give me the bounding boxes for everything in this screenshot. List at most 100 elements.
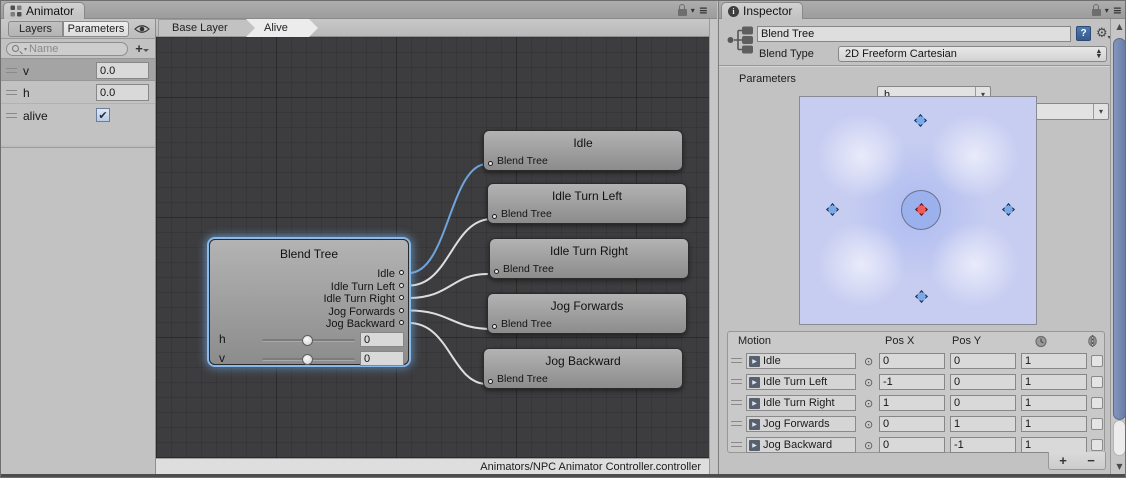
animator-tab[interactable]: Animator [3,2,85,19]
mirror-checkbox[interactable] [1091,418,1103,430]
scrollbar-track[interactable] [1113,420,1126,456]
tab-layers[interactable]: Layers [8,21,63,37]
pos-x-field[interactable]: 1 [879,395,945,411]
pos-y-field[interactable]: 0 [950,395,1016,411]
drag-handle-icon[interactable] [731,442,742,447]
parameter-value-field[interactable]: 0.0 [96,62,149,79]
motion-object-field[interactable]: ▶ Jog Backward [746,437,856,453]
scroll-down-icon[interactable]: ▼ [1111,462,1126,471]
blend-tree-node[interactable]: Blend Tree Idle Idle Turn Left Idle Turn… [209,239,409,365]
slider-value-field[interactable]: 0 [360,332,404,347]
lock-icon[interactable] [678,9,687,16]
blend-point-jog-forwards[interactable] [914,114,927,127]
speed-field[interactable]: 1 [1021,353,1087,369]
graph-canvas[interactable]: Blend Tree Idle Idle Turn Left Idle Turn… [156,37,709,458]
scroll-up-icon[interactable]: ▲ [1111,22,1126,31]
speed-field[interactable]: 1 [1021,374,1087,390]
chevron-down-icon[interactable]: ▾ [691,6,695,15]
drag-handle-icon[interactable] [6,90,17,95]
drag-handle-icon[interactable] [731,400,742,405]
chevron-down-icon[interactable]: ▾ [1105,6,1109,15]
drag-handle-icon[interactable] [731,421,742,426]
breadcrumb-base-layer[interactable]: Base Layer [158,19,262,37]
slider-knob[interactable] [302,335,313,346]
object-picker-icon[interactable]: ⊙ [864,355,873,368]
blend-point-idle-turn-left[interactable] [826,203,839,216]
pos-x-field[interactable]: 0 [879,416,945,432]
motion-object-field[interactable]: ▶ Idle [746,353,856,369]
speed-field[interactable]: 1 [1021,416,1087,432]
add-parameter-button[interactable]: + [133,41,151,56]
pos-x-field[interactable]: 0 [879,353,945,369]
wire-idle-turn-left[interactable] [409,219,492,286]
slider-knob[interactable] [302,354,313,365]
object-picker-icon[interactable]: ⊙ [864,376,873,389]
motion-object-field[interactable]: ▶ Idle Turn Left [746,374,856,390]
pos-x-field[interactable]: -1 [879,374,945,390]
drag-handle-icon[interactable] [6,113,17,118]
pos-y-field[interactable]: 0 [950,374,1016,390]
lock-icon[interactable] [1092,9,1101,16]
mirror-checkbox[interactable] [1091,355,1103,367]
speed-field[interactable]: 1 [1021,395,1087,411]
output-port-icon[interactable] [399,283,404,288]
object-picker-icon[interactable]: ⊙ [864,418,873,431]
object-picker-icon[interactable]: ⊙ [864,439,873,452]
motion-node-jog-backward[interactable]: Jog Backward Blend Tree [483,348,683,389]
motion-object-field[interactable]: ▶ Jog Forwards [746,416,856,432]
window-menu-icon[interactable]: ≡ [699,4,707,17]
output-port-icon[interactable] [399,320,404,325]
parameter-row-v[interactable]: v 0.0 [1,58,155,81]
blend-space-diagram[interactable] [799,96,1037,325]
parameter-value-field[interactable]: 0.0 [96,84,149,101]
object-picker-icon[interactable]: ⊙ [864,397,873,410]
input-port-icon[interactable] [488,161,493,166]
help-icon[interactable]: ? [1076,26,1091,41]
output-port-icon[interactable] [399,270,404,275]
inspector-scrollbar[interactable]: ▲ ▼ [1110,19,1126,474]
mirror-checkbox[interactable] [1091,376,1103,388]
search-filter-caret-icon[interactable]: ▾ [24,46,27,53]
add-motion-button[interactable]: + [1059,453,1067,468]
input-port-icon[interactable] [492,214,497,219]
motion-node-idle[interactable]: Idle Blend Tree [483,130,683,171]
drag-handle-icon[interactable] [731,379,742,384]
pos-y-field[interactable]: -1 [950,437,1016,453]
pos-y-field[interactable]: 1 [950,416,1016,432]
output-port-icon[interactable] [399,295,404,300]
parameter-row-alive[interactable]: alive ✔ [1,104,155,127]
drag-handle-icon[interactable] [731,358,742,363]
tab-parameters[interactable]: Parameters [63,21,129,37]
motion-node-jog-forwards[interactable]: Jog Forwards Blend Tree [487,293,687,334]
eye-icon[interactable] [132,22,152,36]
mirror-checkbox[interactable] [1091,439,1103,451]
inspector-tab[interactable]: i Inspector [721,2,803,19]
output-port-icon[interactable] [399,308,404,313]
remove-motion-button[interactable]: − [1087,453,1095,468]
window-menu-icon[interactable]: ≡ [1113,4,1121,17]
search-input[interactable]: ▾ Name [6,42,128,56]
input-port-icon[interactable] [492,324,497,329]
blend-tree-name-input[interactable]: Blend Tree [757,26,1071,42]
graph-vertical-scrollbar[interactable] [709,19,717,474]
pos-x-field[interactable]: 0 [879,437,945,453]
input-port-icon[interactable] [494,269,499,274]
parameter-row-h[interactable]: h 0.0 [1,81,155,104]
blend-type-dropdown[interactable]: 2D Freeform Cartesian ▲▼ [838,46,1107,62]
speed-field[interactable]: 1 [1021,437,1087,453]
motion-object-field[interactable]: ▶ Idle Turn Right [746,395,856,411]
breadcrumb-alive[interactable]: Alive [246,19,318,37]
drag-handle-icon[interactable] [6,68,17,73]
motion-node-idle-turn-right[interactable]: Idle Turn Right Blend Tree [489,238,689,279]
wire-jog-backward[interactable] [409,323,487,384]
parameter-checkbox[interactable]: ✔ [96,108,110,122]
blend-point-jog-backward[interactable] [915,290,928,303]
scrollbar-thumb[interactable] [1113,38,1126,420]
mirror-checkbox[interactable] [1091,397,1103,409]
motion-node-idle-turn-left[interactable]: Idle Turn Left Blend Tree [487,183,687,224]
slider-value-field[interactable]: 0 [360,351,404,366]
wire-idle-turn-right[interactable] [409,274,487,298]
input-port-icon[interactable] [488,379,493,384]
gear-icon[interactable]: ⚙ ▾ [1096,27,1111,41]
pos-y-field[interactable]: 0 [950,353,1016,369]
